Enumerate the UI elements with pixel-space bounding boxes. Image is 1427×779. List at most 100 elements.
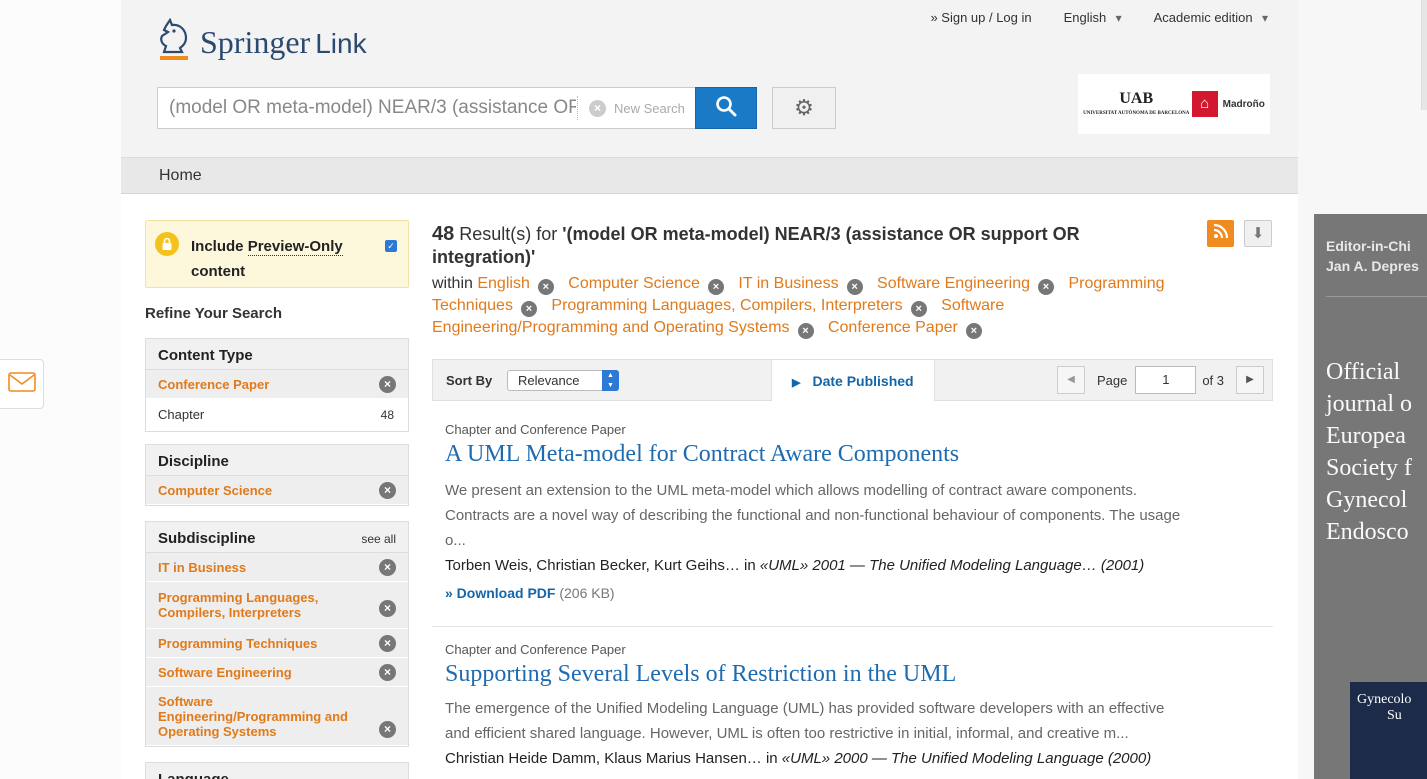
remove-filter-icon[interactable]: × xyxy=(707,279,724,295)
filter-chip[interactable]: IT in Business × xyxy=(738,275,863,295)
remove-filter-icon[interactable]: × xyxy=(910,301,927,317)
preview-prefix: Include xyxy=(191,238,248,255)
result-authors-text[interactable]: Christian Heide Damm, Klaus Marius Hanse… xyxy=(445,750,782,767)
nav-bar: Home xyxy=(121,157,1298,194)
result-source-link[interactable]: «UML» 2001 — The Unified Modeling Langua… xyxy=(760,557,1144,574)
filter-chip[interactable]: Programming Languages, Compilers, Interp… xyxy=(551,297,927,317)
search-button[interactable] xyxy=(695,87,757,129)
sort-bar: Sort By Relevance ▲▼ Date Published ◀ Pa… xyxy=(432,359,1273,401)
result-text: Result(s) for xyxy=(454,224,563,244)
result-title-link[interactable]: Supporting Several Levels of Restriction… xyxy=(432,661,1273,688)
facet-item-programming-languages[interactable]: Programming Languages, Compilers, Interp… xyxy=(146,582,408,629)
search-settings-button[interactable]: ⚙ xyxy=(772,87,836,129)
facet-item-label: Software Engineering/Programming and Ope… xyxy=(158,694,348,739)
download-size: (206 KB) xyxy=(555,585,615,601)
filter-chip[interactable]: Conference Paper × xyxy=(827,319,982,339)
remove-filter-icon[interactable]: × xyxy=(537,279,554,295)
result-title-link[interactable]: A UML Meta-model for Contract Aware Comp… xyxy=(432,441,1273,468)
signup-login-link[interactable]: » Sign up / Log in xyxy=(930,10,1031,25)
result-divider xyxy=(432,626,1273,627)
remove-filter-icon[interactable]: × xyxy=(379,559,396,576)
pagination: ◀ Page 1 of 3 ▶ xyxy=(1056,366,1264,394)
ad-book-line: Gynecolo xyxy=(1357,692,1412,707)
remove-filter-icon[interactable]: × xyxy=(379,635,396,652)
filter-chip[interactable]: Computer Science × xyxy=(568,275,724,295)
ad-journal-line: Gynecol xyxy=(1326,487,1408,513)
filter-chip[interactable]: Software Engineering × xyxy=(877,275,1055,295)
facet-title-text: Subdiscipline xyxy=(158,530,256,547)
result-source-link[interactable]: «UML» 2000 — The Unified Modeling Langua… xyxy=(782,750,1151,767)
page-column: Springer Link » Sign up / Log in English … xyxy=(121,0,1298,779)
remove-filter-icon[interactable]: × xyxy=(379,664,396,681)
edition-dropdown[interactable]: Academic edition xyxy=(1154,10,1268,25)
facet-item-label: Chapter xyxy=(158,407,205,422)
filter-chip-label: Conference Paper xyxy=(827,319,958,336)
madrono-logo: ⌂ Madroño xyxy=(1191,91,1265,117)
refine-title: Refine Your Search xyxy=(145,305,282,322)
gear-icon: ⚙ xyxy=(794,95,814,120)
remove-filter-icon[interactable]: × xyxy=(797,323,814,339)
preview-only-link[interactable]: Preview-Only xyxy=(247,238,343,256)
new-search-label: New Search xyxy=(614,101,685,116)
filter-chip-label: English xyxy=(477,275,530,292)
rss-button[interactable] xyxy=(1207,220,1234,247)
remove-filter-icon[interactable]: × xyxy=(520,301,537,317)
search-input[interactable] xyxy=(158,88,576,128)
remove-filter-icon[interactable]: × xyxy=(379,721,396,738)
lock-icon xyxy=(155,232,179,256)
ad-journal-text: Official journal o Europea Society f Gyn… xyxy=(1326,356,1412,548)
facet-item-programming-techniques[interactable]: Programming Techniques × xyxy=(146,629,408,658)
nav-home-link[interactable]: Home xyxy=(159,167,202,185)
page-total: of 3 xyxy=(1202,372,1224,388)
result-item: Chapter and Conference Paper A UML Meta-… xyxy=(432,422,1273,601)
download-results-button[interactable]: ⬇ xyxy=(1244,220,1272,247)
facet-item-label: Software Engineering xyxy=(158,665,292,680)
remove-filter-icon[interactable]: × xyxy=(846,279,863,295)
madrono-logo-icon: ⌂ xyxy=(1191,91,1218,117)
filter-chip-label: IT in Business xyxy=(738,275,839,292)
preview-only-checkbox[interactable]: ✓ xyxy=(385,240,397,252)
uab-logo-subtext: UNIVERSITAT AUTÒNOMA DE BARCELONA xyxy=(1083,110,1190,116)
language-dropdown[interactable]: English xyxy=(1064,10,1122,25)
facet-item-software-engineering[interactable]: Software Engineering × xyxy=(146,658,408,687)
remove-filter-icon[interactable]: × xyxy=(1038,279,1055,295)
filter-chip[interactable]: English × xyxy=(477,275,554,295)
remove-filter-icon[interactable]: × xyxy=(965,323,982,339)
facet-item-chapter[interactable]: Chapter 48 xyxy=(146,399,408,431)
next-page-button[interactable]: ▶ xyxy=(1236,366,1264,394)
date-published-toggle[interactable]: Date Published xyxy=(771,359,935,401)
see-all-link[interactable]: see all xyxy=(361,532,396,546)
page-input[interactable]: 1 xyxy=(1135,366,1197,394)
result-authors-text[interactable]: Torben Weis, Christian Becker, Kurt Geih… xyxy=(445,557,760,574)
prev-page-button[interactable]: ◀ xyxy=(1056,366,1085,394)
result-snippet: We present an extension to the UML meta-… xyxy=(445,482,1181,549)
remove-filter-icon[interactable]: × xyxy=(379,600,396,617)
result-authors: Torben Weis, Christian Becker, Kurt Geih… xyxy=(432,553,1273,578)
logo-product: Link xyxy=(315,28,367,59)
feedback-tab[interactable] xyxy=(0,359,44,409)
facet-item-it-in-business[interactable]: IT in Business × xyxy=(146,553,408,582)
scrollbar[interactable] xyxy=(1421,0,1427,110)
result-type: Chapter and Conference Paper xyxy=(445,422,626,437)
facet-item-software-engineering-programming-os[interactable]: Software Engineering/Programming and Ope… xyxy=(146,687,408,746)
result-download: » Download PDF (206 KB) xyxy=(432,585,1273,601)
filter-chip-label: Programming Languages, Compilers, Interp… xyxy=(551,297,903,314)
institution-logos: UAB UNIVERSITAT AUTÒNOMA DE BARCELONA ⌂ Ma… xyxy=(1078,74,1270,134)
download-pdf-link[interactable]: » Download PDF xyxy=(445,585,555,601)
sort-select[interactable]: Relevance ▲ ▼ xyxy=(507,370,619,391)
ad-journal-line: Endosco xyxy=(1326,519,1409,545)
remove-filter-icon[interactable]: × xyxy=(379,376,396,393)
result-item: Chapter and Conference Paper Supporting … xyxy=(432,642,1273,771)
remove-filter-icon[interactable]: × xyxy=(379,482,396,499)
facet-item-computer-science[interactable]: Computer Science × xyxy=(146,476,408,505)
facet-item-label: Programming Languages, Compilers, Interp… xyxy=(158,590,319,620)
springerlink-logo[interactable]: Springer Link xyxy=(156,17,367,67)
uab-logo: UAB UNIVERSITAT AUTÒNOMA DE BARCELONA xyxy=(1083,90,1190,118)
new-search-button[interactable]: × New Search xyxy=(589,100,685,117)
journal-ad[interactable]: Editor-in-Chi Jan A. Depres Official jou… xyxy=(1314,214,1427,779)
facet-item-label: Conference Paper xyxy=(158,377,270,392)
facet-item-label: Programming Techniques xyxy=(158,636,318,651)
results-summary: 48 Result(s) for '(model OR meta-model) … xyxy=(432,223,1172,269)
result-snippet: The emergence of the Unified Modeling La… xyxy=(445,700,1165,742)
facet-item-conference-paper[interactable]: Conference Paper × xyxy=(146,370,408,399)
